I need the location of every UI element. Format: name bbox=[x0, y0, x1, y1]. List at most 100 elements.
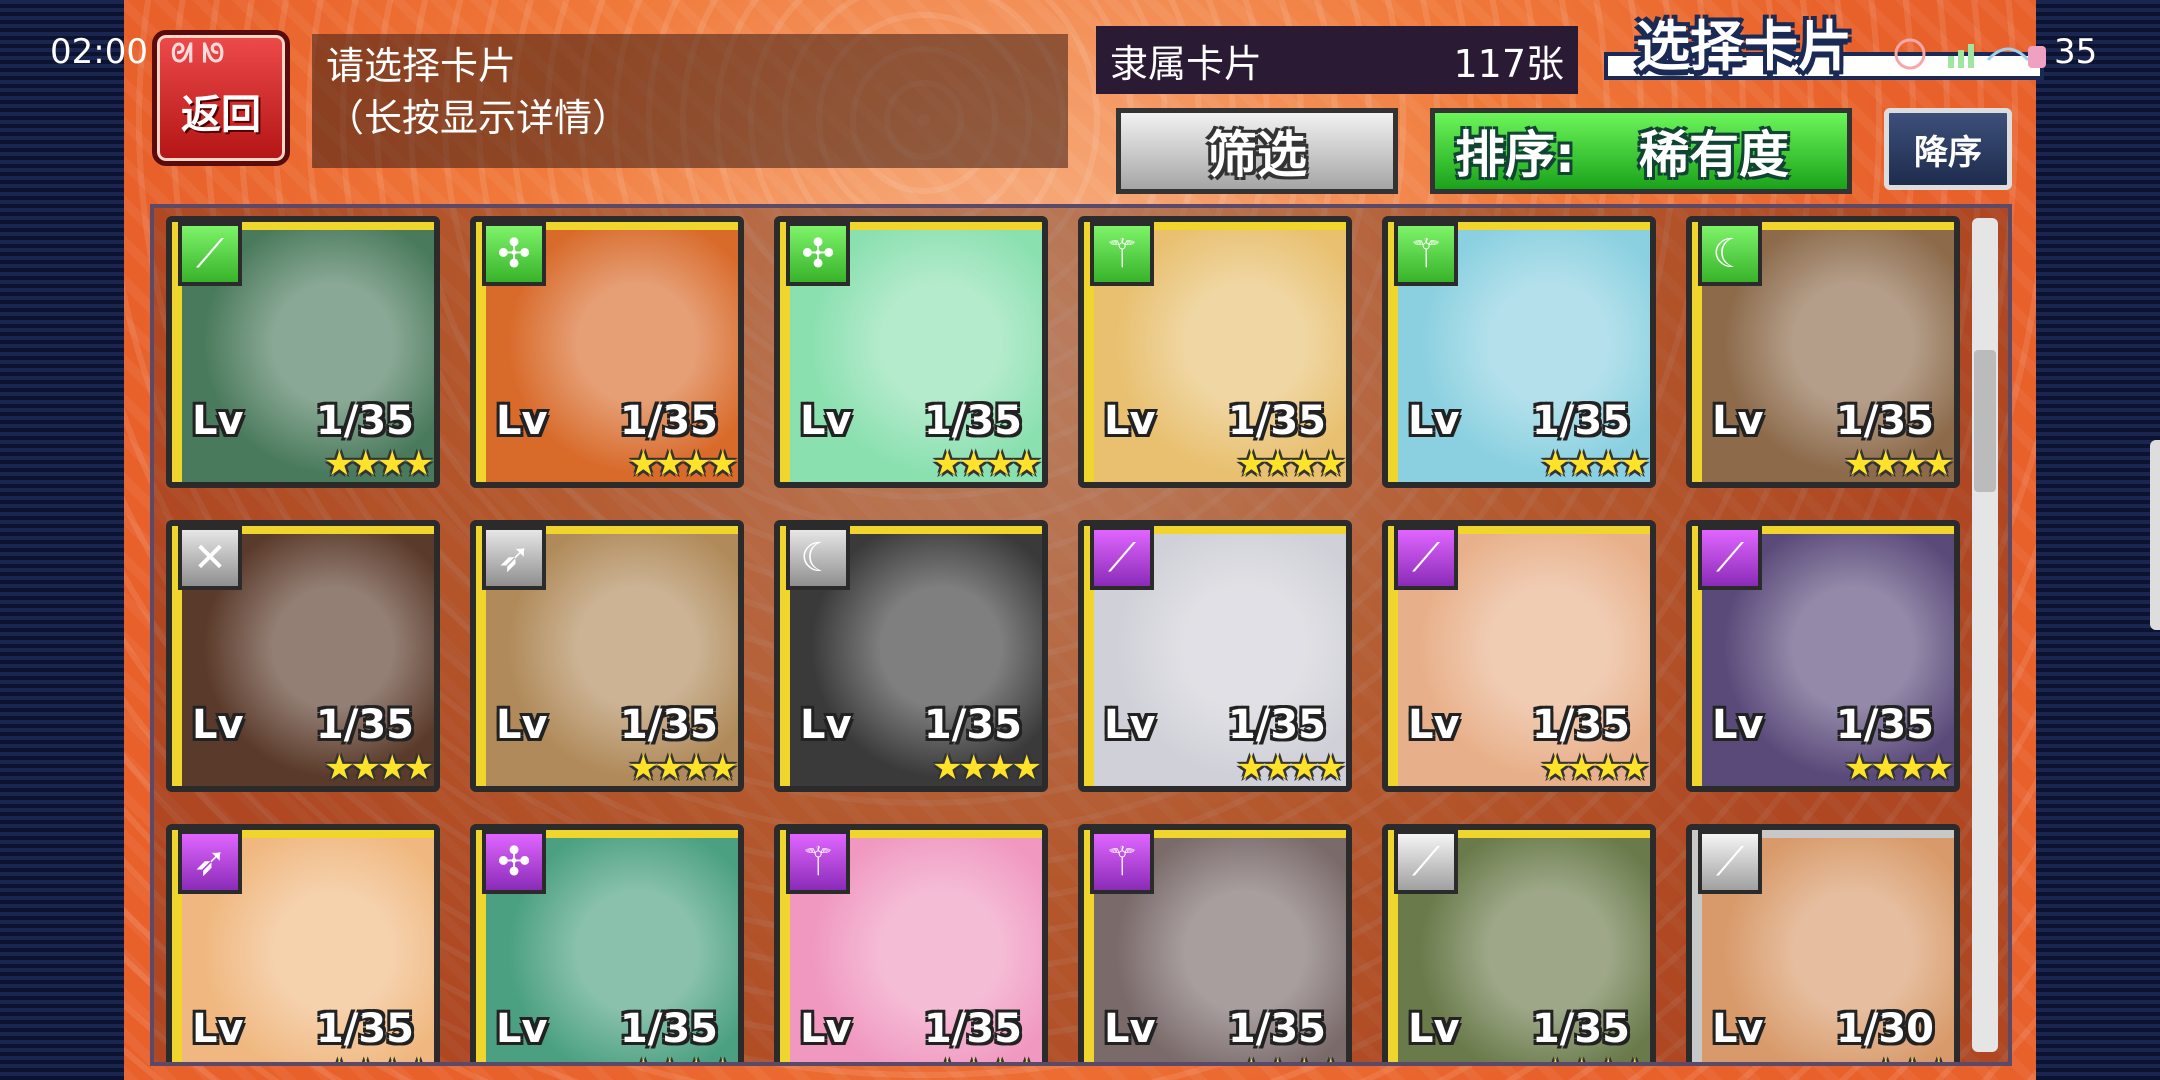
card-star-rating: ★★★★ bbox=[628, 1052, 738, 1062]
card-star-rating: ★★★★ bbox=[324, 1052, 434, 1062]
card-grid[interactable]: ⟋ Lv 1/35 ★★★★ ✣ Lv 1/35 ★★★★ ✣ Lv 1/35 ★★★★ ⚚ Lv 1/35… bbox=[150, 204, 2012, 1066]
card-level: 1/35 bbox=[619, 1006, 718, 1052]
card-star-rating: ★★★★ bbox=[1540, 1052, 1650, 1062]
staff-icon: ⚚ bbox=[1394, 222, 1458, 286]
owned-cards-count: 117张 bbox=[1453, 41, 1564, 86]
status-icons bbox=[1894, 38, 2046, 70]
character-card[interactable]: ⟋ Lv 1/35★★★★ bbox=[1078, 520, 1352, 792]
signal-icon bbox=[1948, 44, 1974, 68]
character-card[interactable]: ✣ Lv 1/35★★★★ bbox=[470, 824, 744, 1062]
spear-icon: ⟋ bbox=[1394, 526, 1458, 590]
character-card[interactable]: ⚚ Lv 1/35★★★★ bbox=[1382, 216, 1656, 488]
sort-label: 排序: bbox=[1455, 126, 1575, 184]
character-card[interactable]: ✣ Lv 1/35★★★★ bbox=[774, 216, 1048, 488]
right-letterbox bbox=[2036, 0, 2160, 1080]
claw-icon: ☾ bbox=[1698, 222, 1762, 286]
order-toggle-button[interactable]: 降序 bbox=[1884, 108, 2012, 190]
card-lv-label: Lv bbox=[1104, 702, 1156, 748]
card-level: 1/35 bbox=[923, 398, 1022, 444]
card-lv-label: Lv bbox=[1408, 702, 1460, 748]
character-card[interactable]: ➶ Lv 1/35★★★★ bbox=[166, 824, 440, 1062]
card-lv-label: Lv bbox=[192, 398, 244, 444]
filter-button[interactable]: 筛选 bbox=[1116, 108, 1398, 194]
battery-level: 35 bbox=[2054, 32, 2098, 72]
card-level: 1/35 bbox=[1531, 1006, 1630, 1052]
card-star-rating: ★★★★ bbox=[1236, 1052, 1346, 1062]
fists-icon: ✕ bbox=[178, 526, 242, 590]
character-card[interactable]: ⚚ Lv 1/35★★★★ bbox=[1078, 824, 1352, 1062]
bow-icon: ➶ bbox=[482, 526, 546, 590]
instruction-box: 请选择卡片 （长按显示详情） bbox=[312, 34, 1068, 168]
staff-icon: ⚚ bbox=[1090, 830, 1154, 894]
bow-icon: ➶ bbox=[178, 830, 242, 894]
card-level: 1/35 bbox=[619, 702, 718, 748]
card-lv-label: Lv bbox=[800, 702, 852, 748]
card-lv-label: Lv bbox=[800, 1006, 852, 1052]
card-lv-label: Lv bbox=[192, 1006, 244, 1052]
character-card[interactable]: ⟋ Lv 1/30★★★ bbox=[1686, 824, 1960, 1062]
card-star-rating: ★★★★ bbox=[1236, 748, 1346, 788]
character-card[interactable]: ➶ Lv 1/35★★★★ bbox=[470, 520, 744, 792]
character-card[interactable]: ⟋ Lv 1/35★★★★ bbox=[1686, 520, 1960, 792]
spear-icon: ⟋ bbox=[1698, 526, 1762, 590]
card-level: 1/35 bbox=[1227, 1006, 1326, 1052]
card-level: 1/35 bbox=[315, 702, 414, 748]
scrollbar[interactable] bbox=[1972, 218, 1998, 1052]
card-star-rating: ★★★★ bbox=[932, 748, 1042, 788]
character-card[interactable]: ⟋ Lv 1/35★★★★ bbox=[1382, 824, 1656, 1062]
edge-handle[interactable] bbox=[2150, 440, 2160, 630]
owned-cards-bar: 隶属卡片 117张 bbox=[1096, 26, 1578, 94]
alarm-icon bbox=[1894, 38, 1926, 70]
character-card[interactable]: ✕ Lv 1/35 ★★★★ bbox=[166, 520, 440, 792]
card-level: 1/35 bbox=[315, 398, 414, 444]
card-lv-label: Lv bbox=[192, 702, 244, 748]
card-level: 1/35 bbox=[315, 1006, 414, 1052]
card-level: 1/35 bbox=[1227, 398, 1326, 444]
card-star-rating: ★★★★ bbox=[932, 444, 1042, 484]
page-title: 选择卡片 bbox=[1636, 15, 1852, 78]
back-button[interactable]: ᘛ ᘚ 返回 bbox=[152, 30, 290, 166]
left-letterbox bbox=[0, 0, 124, 1080]
spear-icon: ⟋ bbox=[1090, 526, 1154, 590]
instruction-line-1: 请选择卡片 bbox=[326, 44, 517, 88]
card-level: 1/35 bbox=[923, 1006, 1022, 1052]
instruction-line-2: （长按显示详情） bbox=[326, 96, 631, 140]
card-level: 1/35 bbox=[1531, 702, 1630, 748]
card-lv-label: Lv bbox=[496, 1006, 548, 1052]
character-card[interactable]: ⟋ Lv 1/35★★★★ bbox=[1382, 520, 1656, 792]
character-card[interactable]: ☾ Lv 1/35 ★★★★ bbox=[1686, 216, 1960, 488]
card-star-rating: ★★★★ bbox=[1236, 444, 1346, 484]
card-lv-label: Lv bbox=[1712, 1006, 1764, 1052]
scrollbar-thumb[interactable] bbox=[1974, 350, 1996, 492]
character-card[interactable]: ✣ Lv 1/35★★★★ bbox=[470, 216, 744, 488]
sort-button[interactable]: 排序: 稀有度 bbox=[1430, 108, 1852, 194]
owned-cards-label: 隶属卡片 bbox=[1110, 41, 1263, 86]
card-lv-label: Lv bbox=[1712, 398, 1764, 444]
card-star-rating: ★★★★ bbox=[1540, 444, 1650, 484]
staff-icon: ⚚ bbox=[1090, 222, 1154, 286]
card-level: 1/35 bbox=[619, 398, 718, 444]
staff-icon: ⚚ bbox=[786, 830, 850, 894]
card-star-rating: ★★★ bbox=[1871, 1052, 1954, 1062]
spear-icon: ⟋ bbox=[1394, 830, 1458, 894]
character-card[interactable]: ⚚ Lv 1/35★★★★ bbox=[774, 824, 1048, 1062]
back-button-label: 返回 bbox=[181, 92, 261, 138]
card-star-rating: ★★★★ bbox=[932, 1052, 1042, 1062]
card-lv-label: Lv bbox=[1104, 398, 1156, 444]
character-card[interactable]: ⟋ Lv 1/35★★★★ bbox=[166, 216, 440, 488]
order-label: 降序 bbox=[1914, 132, 1982, 173]
claw-icon: ☾ bbox=[786, 526, 850, 590]
character-card[interactable]: ⚚ Lv 1/35★★★★ bbox=[1078, 216, 1352, 488]
card-lv-label: Lv bbox=[1408, 1006, 1460, 1052]
character-card[interactable]: ☾ Lv 1/35 ★★★★ bbox=[774, 520, 1048, 792]
spear-icon: ⟋ bbox=[1698, 830, 1762, 894]
card-level: 1/35 bbox=[923, 702, 1022, 748]
mace-icon: ✣ bbox=[482, 830, 546, 894]
card-level: 1/30 bbox=[1835, 1006, 1934, 1052]
battery-icon bbox=[2028, 46, 2046, 68]
ornament-icon: ᘛ ᘚ bbox=[171, 39, 225, 69]
sort-value: 稀有度 bbox=[1639, 126, 1789, 184]
spear-icon: ⟋ bbox=[178, 222, 242, 286]
card-star-rating: ★★★★ bbox=[1844, 444, 1954, 484]
card-lv-label: Lv bbox=[1712, 702, 1764, 748]
